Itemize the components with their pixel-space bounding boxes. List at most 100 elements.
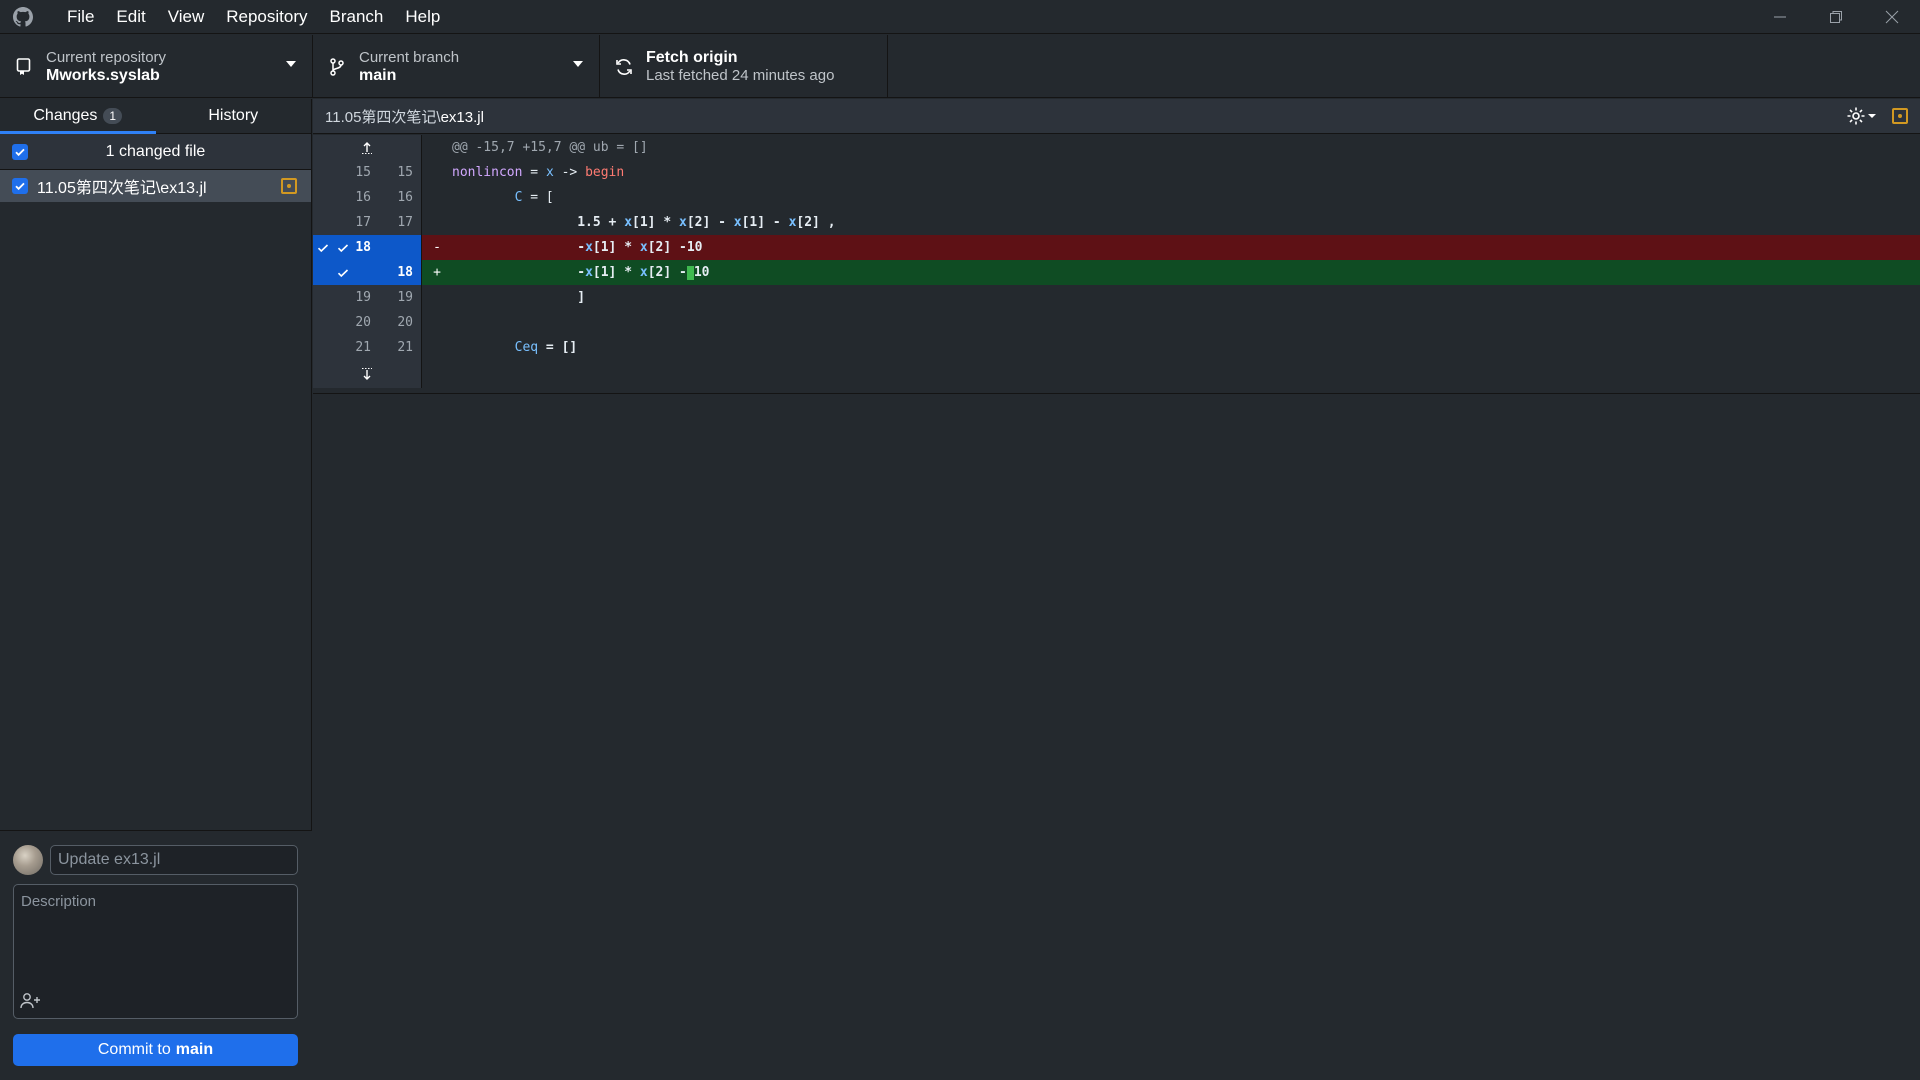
expand-down-row — [313, 360, 1920, 388]
new-line-number: 17 — [377, 210, 422, 235]
diff-line-context[interactable]: 20 20 — [313, 310, 1920, 335]
menu-file[interactable]: File — [56, 0, 105, 34]
changes-count-badge: 1 — [103, 108, 123, 124]
fetch-label: Fetch origin — [646, 48, 738, 66]
tab-history-label: History — [208, 107, 259, 124]
changed-files-count: 1 changed file — [105, 142, 206, 160]
diff-header: 11.05第四次笔记\ex13.jl — [313, 99, 1920, 134]
branch-name: main — [359, 66, 397, 84]
commit-button[interactable]: Commit to main — [13, 1034, 298, 1066]
sidebar: Changes 1 History 1 changed file 11.05第四… — [0, 99, 312, 1080]
sidebar-tabs: Changes 1 History — [0, 99, 311, 134]
code-line: nonlincon = x -> begin — [452, 165, 625, 180]
inline-change-marker — [686, 265, 694, 280]
modified-icon — [1892, 108, 1908, 124]
code-line: C = [ — [452, 190, 554, 205]
file-list-item[interactable]: 11.05第四次笔记\ex13.jl — [0, 170, 311, 202]
diff-sign: + — [433, 265, 441, 280]
code-line: ] — [452, 290, 586, 305]
old-line-number: 16 — [333, 185, 377, 210]
check-icon — [337, 243, 349, 252]
diff-line-context[interactable]: 19 19 ] — [313, 285, 1920, 310]
new-line-number: 21 — [377, 335, 422, 360]
code-line: Ceq = [] — [452, 340, 578, 355]
menu-branch[interactable]: Branch — [319, 0, 395, 34]
menu-view[interactable]: View — [157, 0, 216, 34]
expand-down-icon[interactable] — [313, 360, 422, 388]
file-checkbox[interactable] — [12, 178, 28, 194]
chevron-down-icon — [1868, 114, 1876, 118]
add-coauthor-icon[interactable] — [20, 992, 44, 1010]
minimize-icon[interactable] — [1752, 0, 1808, 34]
new-line-number: 18 — [377, 260, 422, 285]
menu-repository[interactable]: Repository — [215, 0, 318, 34]
changed-files-header: 1 changed file — [0, 134, 311, 170]
chevron-down-icon — [286, 61, 296, 67]
branch-label: Current branch — [359, 48, 460, 66]
diff-line-context[interactable]: 15 15 nonlincon = x -> begin — [313, 160, 1920, 185]
old-line-number: 17 — [333, 210, 377, 235]
commit-panel: Update ex13.jl Description Commit to mai… — [0, 830, 312, 1080]
sync-icon — [614, 57, 634, 77]
branch-icon — [327, 57, 347, 77]
new-line-number: 20 — [377, 310, 422, 335]
commit-button-branch: main — [175, 1041, 214, 1058]
close-icon[interactable] — [1864, 0, 1920, 34]
new-line-number: 19 — [377, 285, 422, 310]
hunk-header: @@ -15,7 +15,7 @@ ub = [] — [452, 140, 648, 155]
diff-divider — [313, 393, 1920, 394]
menu-edit[interactable]: Edit — [105, 0, 156, 34]
commit-description-field[interactable]: Description — [13, 884, 298, 1019]
title-bar: File Edit View Repository Branch Help — [0, 0, 1920, 34]
description-placeholder: Description — [21, 893, 97, 910]
github-logo-icon — [12, 6, 34, 28]
diff-sign: - — [433, 240, 441, 255]
diff-line-deleted[interactable]: 18 - -x[1] * x[2] -10 — [313, 235, 1920, 260]
current-repository-button[interactable]: Current repository Mworks.syslab — [0, 35, 313, 98]
menu-bar: File Edit View Repository Branch Help — [56, 0, 451, 34]
code-line: 1.5 + x[1] * x[2] - x[1] - x[2] , — [452, 215, 836, 230]
diff-path-file: ex13.jl — [440, 108, 484, 126]
hunk-header-row: @@ -15,7 +15,7 @@ ub = [] — [313, 135, 1920, 160]
check-icon — [337, 268, 349, 277]
old-line-number: 19 — [333, 285, 377, 310]
avatar — [13, 845, 43, 875]
modified-icon — [281, 178, 297, 194]
repo-name: Mworks.syslab — [46, 66, 160, 84]
old-line-number — [333, 260, 377, 285]
new-line-number — [377, 235, 422, 260]
code-line: -x[1] * x[2] -10 — [452, 265, 710, 280]
repo-label: Current repository — [46, 48, 167, 66]
diff-line-added[interactable]: 18 + -x[1] * x[2] -10 — [313, 260, 1920, 285]
diff-line-context[interactable]: 16 16 C = [ — [313, 185, 1920, 210]
commit-summary-input[interactable]: Update ex13.jl — [50, 845, 298, 875]
old-line-number: 18 — [333, 235, 377, 260]
tab-changes[interactable]: Changes 1 — [0, 99, 156, 134]
new-line-number: 16 — [377, 185, 422, 210]
diff-line-context[interactable]: 17 17 1.5 + x[1] * x[2] - x[1] - x[2] , — [313, 210, 1920, 235]
old-line-number: 15 — [333, 160, 377, 185]
expand-up-icon[interactable] — [313, 135, 422, 160]
old-line-number: 21 — [333, 335, 377, 360]
line-selected-check-icon[interactable] — [313, 235, 333, 260]
code-line: -x[1] * x[2] -10 — [452, 240, 703, 255]
old-line-number: 20 — [333, 310, 377, 335]
fetch-status: Last fetched 24 minutes ago — [646, 66, 835, 84]
file-name: 11.05第四次笔记\ex13.jl — [37, 180, 207, 197]
new-line-number: 15 — [377, 160, 422, 185]
chevron-down-icon — [573, 61, 583, 67]
commit-button-prefix: Commit to — [97, 1041, 171, 1058]
current-branch-button[interactable]: Current branch main — [313, 35, 600, 98]
diff-settings-button[interactable] — [1846, 106, 1878, 126]
repo-icon — [14, 57, 34, 77]
diff-view: @@ -15,7 +15,7 @@ ub = [] 15 15 nonlinco… — [313, 135, 1920, 388]
diff-line-context[interactable]: 21 21 Ceq = [] — [313, 335, 1920, 360]
diff-path-prefix: 11.05第四次笔记\ — [325, 108, 441, 126]
window-controls — [1752, 0, 1920, 34]
tab-history[interactable]: History — [156, 99, 312, 133]
menu-help[interactable]: Help — [394, 0, 451, 34]
tab-changes-label: Changes — [33, 107, 98, 124]
fetch-origin-button[interactable]: Fetch origin Last fetched 24 minutes ago — [600, 35, 888, 98]
restore-icon[interactable] — [1808, 0, 1864, 34]
toolbar: Current repository Mworks.syslab Current… — [0, 35, 1920, 98]
